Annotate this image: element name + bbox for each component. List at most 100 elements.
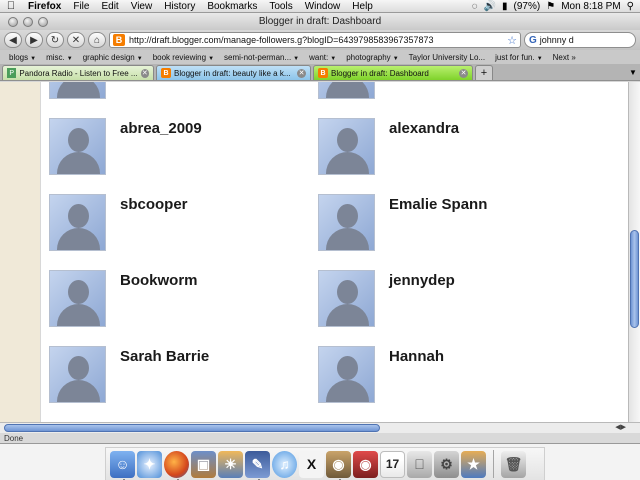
- avatar[interactable]: [49, 118, 106, 175]
- google-search-engine-icon[interactable]: G: [529, 35, 537, 46]
- bookmark-folder[interactable]: misc. ▼: [41, 53, 78, 62]
- window-title: Blogger in draft: Dashboard: [258, 16, 382, 27]
- follower-name[interactable]: Emalie Spann: [389, 196, 487, 213]
- airport-wifi-icon[interactable]: ◌: [472, 1, 478, 12]
- avatar[interactable]: [49, 346, 106, 403]
- bookmark-link[interactable]: Taylor University Lo...: [404, 53, 490, 62]
- ical-icon[interactable]: 17: [380, 450, 405, 478]
- search-input[interactable]: G johnny d: [524, 32, 636, 48]
- tab-list-icon[interactable]: ▼: [626, 65, 640, 80]
- tab-blogger-beauty[interactable]: B Blogger in draft: beauty like a k... ✕: [156, 65, 311, 80]
- forward-button[interactable]: ▶: [25, 32, 43, 48]
- follower-name[interactable]: Hannah: [389, 348, 444, 365]
- avatar[interactable]: [318, 194, 375, 251]
- menu-tools[interactable]: Tools: [263, 1, 298, 12]
- follower-name[interactable]: alexandra: [389, 120, 459, 137]
- follower-card: sbcooper: [49, 194, 188, 251]
- avatar[interactable]: [318, 118, 375, 175]
- follower-name[interactable]: Sarah Barrie: [120, 348, 209, 365]
- safari-icon[interactable]: ✦: [137, 450, 162, 478]
- close-tab-icon[interactable]: ✕: [140, 68, 149, 78]
- bookmark-folder[interactable]: want: ▼: [304, 53, 341, 62]
- home-button[interactable]: ⌂: [88, 32, 106, 48]
- menu-extras: ◌ 🔊 ▮ (97%) ⚑ Mon 8:18 PM ⚲: [472, 1, 640, 12]
- avatar[interactable]: [49, 82, 106, 99]
- volume-icon[interactable]: 🔊: [484, 1, 496, 12]
- horizontal-scrollbar[interactable]: ◀▶: [0, 422, 640, 433]
- finder-icon[interactable]: ☺: [110, 450, 135, 480]
- x11-icon[interactable]: X: [299, 450, 324, 478]
- flag-input-icon[interactable]: ⚑: [546, 1, 555, 12]
- blogger-favicon-icon: B: [318, 68, 328, 78]
- iphoto-icon[interactable]: ☀: [218, 450, 243, 478]
- tab-label: Blogger in draft: Dashboard: [331, 68, 429, 78]
- trash-icon[interactable]: 🗑: [501, 450, 526, 478]
- tab-pandora[interactable]: P Pandora Radio - Listen to Free ... ✕: [2, 65, 154, 80]
- blogger-favicon-icon: B: [161, 68, 171, 78]
- follower-name[interactable]: sbcooper: [120, 196, 188, 213]
- battery-icon[interactable]: ▮: [502, 1, 508, 12]
- menu-file[interactable]: File: [67, 1, 95, 12]
- search-text[interactable]: johnny d: [540, 35, 574, 45]
- status-bar: Done: [0, 433, 640, 444]
- system-prefs-icon[interactable]: ⚙: [434, 450, 459, 478]
- horizontal-scroll-thumb[interactable]: [4, 424, 380, 432]
- menu-edit[interactable]: Edit: [95, 1, 124, 12]
- follower-name[interactable]: jennydep: [389, 272, 455, 289]
- bookmark-folder[interactable]: blogs ▼: [4, 53, 41, 62]
- blogger-favicon-icon: B: [113, 34, 125, 46]
- bookmark-folder[interactable]: graphic design ▼: [78, 53, 148, 62]
- tab-blogger-dashboard[interactable]: B Blogger in draft: Dashboard ✕: [313, 65, 473, 80]
- firefox-icon[interactable]: [164, 450, 189, 480]
- vertical-scrollbar[interactable]: [628, 82, 640, 422]
- desktop-bottom: ☺ ✦ ▣ ☀ ✎ ♫ X ◉ ◉ 17  ⚙ ★ 🗑: [0, 444, 640, 480]
- close-tab-icon[interactable]: ✕: [459, 68, 468, 78]
- avatar[interactable]: [49, 270, 106, 327]
- bookmark-folder[interactable]: semi-not-perman... ▼: [219, 53, 304, 62]
- navigation-toolbar: ◀ ▶ ↻ ✕ ⌂ B http://draft.blogger.com/man…: [0, 30, 640, 50]
- chevron-down-icon: ▼: [30, 55, 37, 62]
- bookmark-folder[interactable]: photography ▼: [341, 53, 403, 62]
- itunes-icon[interactable]: ♫: [272, 450, 297, 478]
- avatar[interactable]: [318, 270, 375, 327]
- photo-booth-icon[interactable]: ◉: [353, 450, 378, 478]
- menu-window[interactable]: Window: [299, 1, 347, 12]
- vertical-scroll-thumb[interactable]: [630, 230, 639, 328]
- follower-name[interactable]: Bookworm: [120, 272, 198, 289]
- chevron-down-icon: ▼: [66, 55, 73, 62]
- menu-history[interactable]: History: [158, 1, 201, 12]
- close-tab-icon[interactable]: ✕: [297, 68, 306, 78]
- bookmark-link[interactable]: Next »: [548, 53, 581, 62]
- follower-name[interactable]: abrea_2009: [120, 120, 202, 137]
- scroll-arrows-icon[interactable]: ◀▶: [615, 423, 626, 431]
- app-icon[interactable]: ★: [461, 450, 486, 478]
- avatar[interactable]: [318, 346, 375, 403]
- apple-app-icon[interactable]: : [407, 450, 432, 478]
- dock-separator: [493, 450, 494, 478]
- menu-clock[interactable]: Mon 8:18 PM: [561, 1, 620, 12]
- reload-button[interactable]: ↻: [46, 32, 64, 48]
- pen-app-icon[interactable]: ✎: [245, 450, 270, 480]
- menu-help[interactable]: Help: [346, 1, 379, 12]
- preview-icon[interactable]: ▣: [191, 450, 216, 478]
- new-tab-button[interactable]: +: [475, 65, 493, 80]
- url-text[interactable]: http://draft.blogger.com/manage-follower…: [129, 35, 433, 45]
- follower-card: abrea_2009: [49, 118, 202, 175]
- avatar[interactable]: [318, 82, 375, 99]
- menu-view[interactable]: View: [125, 1, 159, 12]
- back-button[interactable]: ◀: [4, 32, 22, 48]
- menu-app-name[interactable]: Firefox: [22, 1, 67, 12]
- stop-button[interactable]: ✕: [67, 32, 85, 48]
- bookmark-label: just for fun.: [495, 52, 535, 62]
- spotlight-icon[interactable]: ⚲: [627, 1, 634, 12]
- avatar[interactable]: [49, 194, 106, 251]
- bookmark-star-icon[interactable]: ☆: [507, 34, 517, 47]
- gimp-icon[interactable]: ◉: [326, 450, 351, 480]
- bookmark-folder[interactable]: book reviewing ▼: [148, 53, 219, 62]
- menu-bookmarks[interactable]: Bookmarks: [201, 1, 263, 12]
- url-bar[interactable]: B http://draft.blogger.com/manage-follow…: [109, 32, 521, 48]
- bookmarks-toolbar: blogs ▼ misc. ▼ graphic design ▼ book revie…: [0, 50, 640, 64]
- follower-card: Sarah Barrie: [49, 346, 209, 403]
- bookmark-folder[interactable]: just for fun. ▼: [490, 53, 548, 62]
- apple-menu-icon[interactable]: : [0, 0, 22, 12]
